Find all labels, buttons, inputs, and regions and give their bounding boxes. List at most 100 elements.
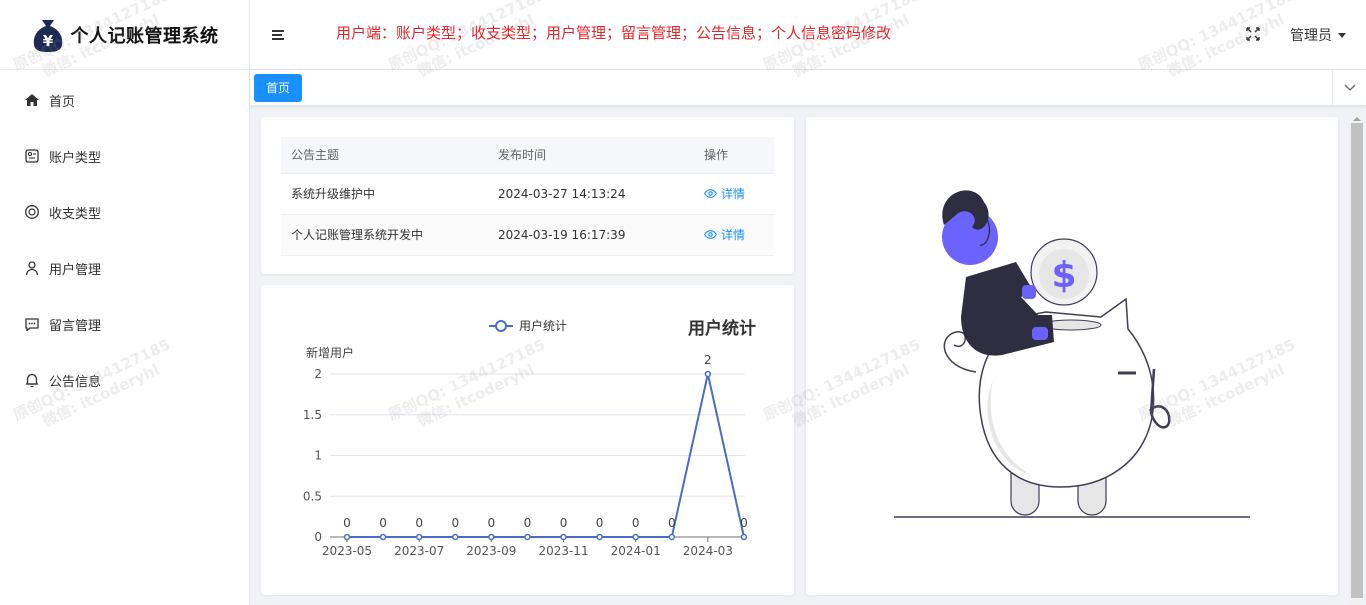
x-tick-label: 2023-11: [538, 544, 588, 558]
bell-icon: [24, 372, 40, 388]
data-point: [704, 370, 712, 378]
top-header: 用户端：账户类型；收支类型；用户管理；留言管理；公告信息；个人信息密码修改 管理…: [250, 0, 1366, 70]
x-tick-label: 2023-05: [322, 544, 372, 558]
scroll-up-arrow-icon[interactable]: [1353, 117, 1361, 121]
y-tick-label: 0: [314, 530, 322, 544]
legend-marker: [495, 320, 507, 332]
table-row: 系统升级维护中 2024-03-27 14:13:24 详情: [281, 173, 774, 215]
column-header: 操作: [694, 137, 774, 174]
notice-card: 公告主题 发布时间 操作 系统升级维护中 2024-03-27 14:13:24…: [261, 117, 794, 274]
user-stats-card: 0 0.5 1 1.5 2 2023-05 2023-07 2023-09 2023-11 20…: [261, 285, 794, 595]
detail-link-label: 详情: [721, 187, 746, 201]
chart-y-axis-label: 新增用户: [306, 345, 354, 360]
sidebar-item-message-management[interactable]: 留言管理: [0, 296, 249, 352]
x-tick-label: 2023-09: [466, 544, 516, 558]
user-name: 管理员: [1290, 28, 1332, 44]
legend-label: 用户统计: [519, 318, 567, 333]
y-tick-label: 1: [314, 449, 322, 463]
sidebar-menu: 首页 账户类型 收支类型 用户管理 留言管理 公告信息: [0, 72, 249, 408]
sidebar-item-home[interactable]: 首页: [0, 72, 249, 128]
data-point: [524, 533, 531, 541]
data-point: [415, 533, 423, 541]
menu-toggle-icon[interactable]: [272, 29, 288, 40]
column-header: 发布时间: [488, 137, 694, 174]
detail-link-label: 详情: [721, 228, 746, 242]
y-tick-label: 0.5: [303, 489, 322, 503]
table-header-row: 公告主题 发布时间 操作: [281, 137, 774, 174]
user-stats-chart: 00.511.52 2023-05 2023-07 2023-09 2023-11 20…: [303, 318, 756, 558]
data-point: [488, 533, 495, 541]
data-label: 0: [488, 516, 496, 530]
fullscreen-icon[interactable]: [1246, 26, 1260, 45]
data-label: 2: [704, 353, 712, 367]
data-label: 0: [415, 516, 423, 530]
brand: ¥ 个人记账管理系统: [0, 0, 249, 70]
data-label: 0: [740, 516, 748, 530]
notice-table: 公告主题 发布时间 操作 系统升级维护中 2024-03-27 14:13:24…: [281, 137, 774, 256]
detail-link[interactable]: 详情: [704, 226, 745, 243]
sidebar-item-account-type[interactable]: 账户类型: [0, 128, 249, 184]
scrollbar-thumb[interactable]: [1351, 123, 1363, 598]
data-point: [343, 533, 351, 541]
chevron-down-icon: [1344, 84, 1355, 91]
column-header: 公告主题: [281, 137, 488, 174]
data-label: 0: [343, 516, 351, 530]
data-point: [560, 533, 567, 541]
data-label: 0: [524, 516, 532, 530]
data-label: 0: [451, 516, 459, 530]
x-tick-label: 2023-07: [394, 544, 444, 558]
account-type-icon: [24, 148, 40, 164]
user-icon: [24, 260, 40, 276]
detail-link[interactable]: 详情: [704, 185, 745, 202]
svg-text:¥: ¥: [42, 32, 53, 50]
data-point: [668, 533, 676, 541]
income-expense-icon: [24, 204, 40, 220]
tabs-bar: 首页: [250, 70, 1366, 106]
y-tick-label: 1.5: [303, 408, 322, 422]
tab-home[interactable]: 首页: [254, 74, 303, 102]
notice-time: 2024-03-19 16:17:39: [488, 214, 694, 256]
data-point: [452, 533, 459, 541]
data-point: [596, 533, 603, 541]
sidebar-item-label: 用户管理: [49, 262, 102, 278]
brand-title: 个人记账管理系统: [70, 25, 219, 47]
notice-time: 2024-03-27 14:13:24: [488, 173, 694, 215]
svg-text:$: $: [1051, 255, 1076, 296]
y-tick-label: 2: [314, 367, 322, 381]
header-right: 管理员: [1246, 0, 1346, 70]
sidebar-item-label: 首页: [49, 94, 76, 110]
chart-legend[interactable]: 用户统计: [489, 318, 567, 333]
home-icon: [24, 92, 40, 108]
piggy-bank-illustration: $: [894, 190, 1250, 518]
header-notice: 用户端：账户类型；收支类型；用户管理；留言管理；公告信息；个人信息密码修改: [336, 24, 892, 42]
sidebar-item-income-expense-type[interactable]: 收支类型: [0, 184, 249, 240]
chart-title: 用户统计: [688, 318, 756, 339]
x-tick-label: 2024-01: [611, 544, 661, 558]
message-icon: [24, 316, 40, 332]
sidebar: ¥ 个人记账管理系统 首页 账户类型 收支类型 用户管理 留言管理 公告信息: [0, 0, 250, 605]
sidebar-item-label: 公告信息: [49, 374, 102, 390]
data-point: [632, 533, 639, 541]
user-dropdown[interactable]: 管理员: [1290, 25, 1346, 45]
sidebar-item-announcement[interactable]: 公告信息: [0, 352, 249, 408]
sidebar-item-user-management[interactable]: 用户管理: [0, 240, 249, 296]
caret-down-icon: [1338, 32, 1346, 38]
notice-title: 个人记账管理系统开发中: [281, 214, 488, 256]
data-point: [740, 533, 748, 541]
data-label: 0: [596, 516, 604, 530]
data-label: 0: [668, 516, 676, 530]
sidebar-item-label: 账户类型: [49, 150, 102, 166]
x-tick-label: 2024-03: [683, 544, 733, 558]
tabs-dropdown[interactable]: [1332, 70, 1366, 106]
table-row: 个人记账管理系统开发中 2024-03-19 16:17:39 详情: [281, 214, 774, 256]
notice-title: 系统升级维护中: [281, 173, 488, 215]
app-root: ¥ 个人记账管理系统 首页 账户类型 收支类型 用户管理 留言管理 公告信息 用…: [0, 0, 1366, 605]
eye-icon: [704, 230, 717, 239]
money-bag-icon: ¥: [33, 19, 62, 52]
illustration-card: $: [806, 117, 1338, 595]
sidebar-item-label: 留言管理: [49, 318, 102, 334]
data-label: 0: [560, 516, 568, 530]
data-label: 0: [632, 516, 640, 530]
data-label: 0: [379, 516, 387, 530]
sidebar-item-label: 收支类型: [49, 206, 102, 222]
